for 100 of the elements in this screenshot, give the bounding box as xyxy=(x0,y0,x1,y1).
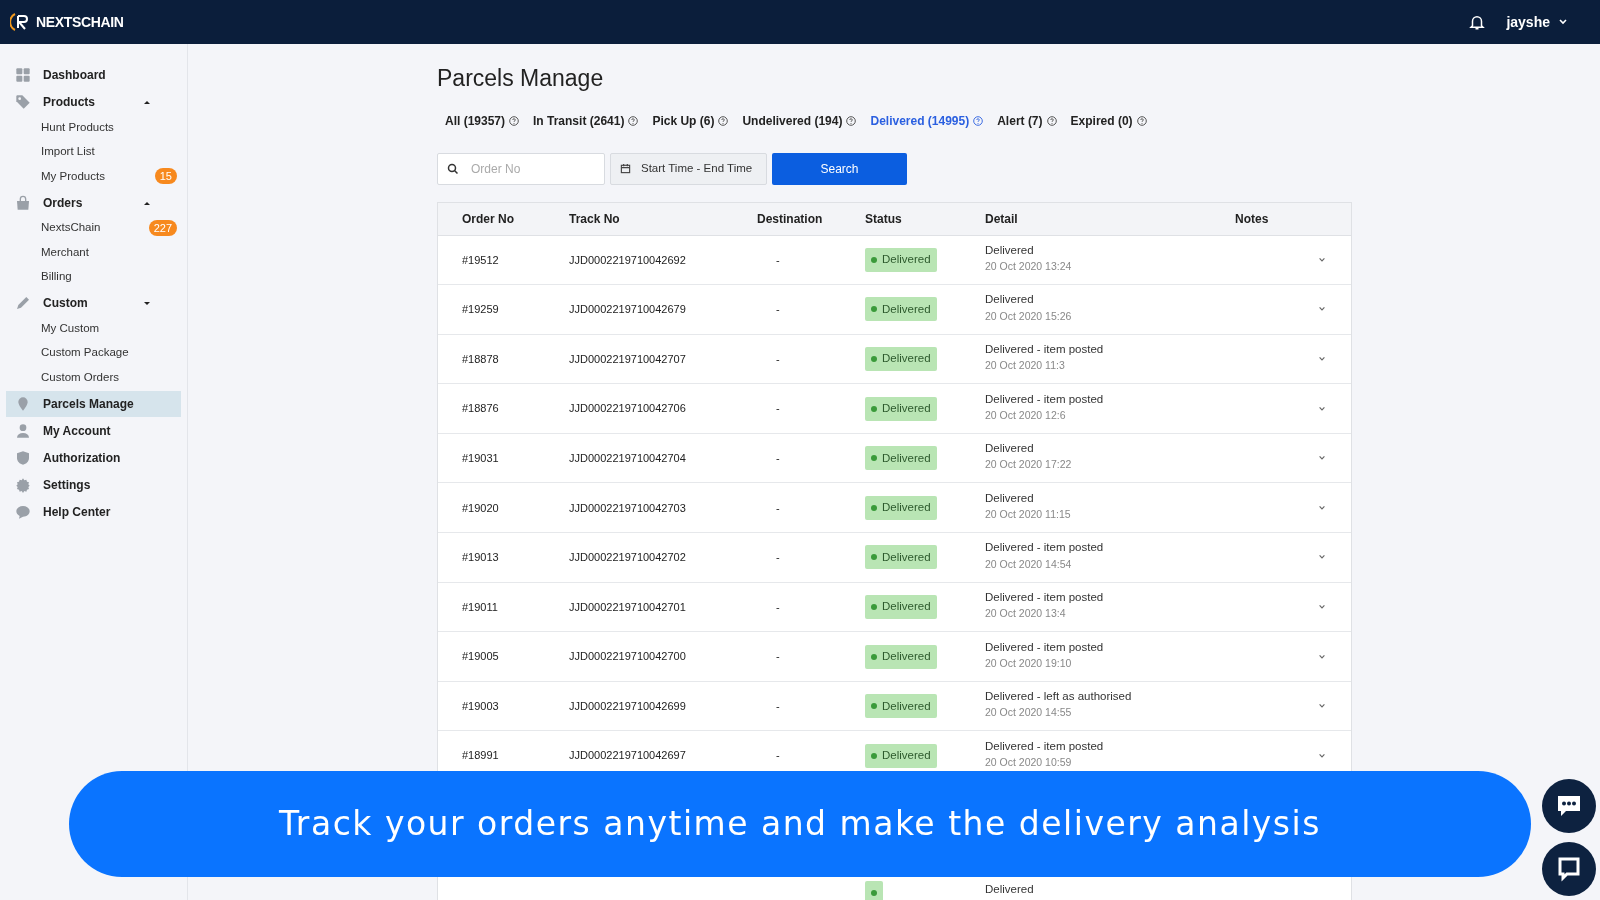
detail-text: Delivered xyxy=(985,490,1035,506)
expand-chevron-icon[interactable] xyxy=(1318,355,1326,363)
expand-chevron-icon[interactable] xyxy=(1318,751,1326,760)
expand-chevron-icon[interactable] xyxy=(1318,503,1326,512)
status-badge: Delivered xyxy=(865,347,937,371)
sidebar-item[interactable]: Custom xyxy=(6,290,181,316)
status-badge: Delivered xyxy=(865,446,937,471)
sidebar-subitem[interactable]: NextsChain xyxy=(41,219,149,237)
sidebar-item[interactable]: Authorization xyxy=(6,444,181,471)
status-tab[interactable]: Undelivered (194) xyxy=(742,111,857,130)
status-badge: Delivered xyxy=(865,743,937,768)
sidebar-subitem[interactable]: Custom Package xyxy=(41,344,177,362)
expand-chevron-icon[interactable] xyxy=(1318,255,1326,264)
sidebar-subitem[interactable]: Custom Orders xyxy=(41,368,177,386)
table-cell: JJD0002219710042707 xyxy=(569,352,686,365)
table-cell: JJD0002219710042699 xyxy=(569,699,686,712)
sidebar-subitem[interactable]: My Custom xyxy=(41,319,177,337)
help-icon xyxy=(628,115,639,126)
detail-text: Delivered xyxy=(985,441,1035,457)
status-tab[interactable]: Alert (7) xyxy=(997,111,1057,130)
message-button[interactable] xyxy=(1542,779,1596,833)
speech-bubble-icon xyxy=(1556,856,1582,882)
detail-text: Delivered - item posted xyxy=(985,639,1105,655)
detail-time: 20 Oct 2020 12:6 xyxy=(985,407,1067,423)
sidebar-item[interactable]: Dashboard xyxy=(6,62,181,88)
status-tab[interactable]: All (19357) xyxy=(445,111,520,130)
status-tab[interactable]: Expired (0) xyxy=(1070,111,1147,130)
sidebar-subitem[interactable]: Hunt Products xyxy=(41,118,177,136)
table-cell: - xyxy=(776,303,780,316)
status-badge: Delivered xyxy=(865,396,937,421)
table-cell: - xyxy=(776,749,780,762)
table-cell: JJD0002219710042702 xyxy=(569,551,686,564)
count-badge: 227 xyxy=(148,219,177,236)
bell-icon[interactable] xyxy=(1468,13,1487,31)
table-cell: #19013 xyxy=(462,551,499,564)
table-cell: #19020 xyxy=(462,501,499,514)
grid-icon xyxy=(15,67,31,83)
sidebar-subitem[interactable]: My Products xyxy=(41,167,155,185)
chat-button[interactable] xyxy=(1542,842,1596,896)
status-dot-icon xyxy=(871,256,877,263)
bag-icon xyxy=(15,194,31,211)
search-button[interactable]: Search xyxy=(772,152,907,185)
table-cell: JJD0002219710042679 xyxy=(569,303,686,316)
order-search-field[interactable]: Order No xyxy=(437,152,605,185)
status-tab[interactable]: Pick Up (6) xyxy=(652,111,729,130)
user-menu[interactable]: jayshe xyxy=(1506,11,1568,33)
table-cell: #19011 xyxy=(462,600,498,613)
status-badge: Delivered xyxy=(865,694,937,719)
sidebar-item[interactable]: Orders xyxy=(6,189,181,216)
expand-chevron-icon[interactable] xyxy=(1318,652,1326,661)
column-header: Order No xyxy=(461,210,515,228)
sidebar-item[interactable]: Parcels Manage xyxy=(6,390,181,417)
expand-chevron-icon[interactable] xyxy=(1318,602,1326,611)
detail-time: 20 Oct 2020 19:10 xyxy=(985,655,1073,671)
status-badge: Delivered xyxy=(865,594,937,619)
table-cell: - xyxy=(776,253,780,266)
expand-chevron-icon[interactable] xyxy=(1318,404,1326,413)
sidebar-item[interactable]: Products xyxy=(6,89,181,115)
help-icon xyxy=(718,115,729,126)
status-dot-icon xyxy=(871,653,877,660)
help-icon xyxy=(1046,115,1057,126)
table-cell: #18878 xyxy=(462,352,499,365)
chat-dots-icon xyxy=(1556,794,1582,818)
search-icon xyxy=(447,162,459,175)
status-badge: Delivered xyxy=(865,247,937,272)
status-dot-icon xyxy=(871,405,877,412)
sidebar-item[interactable]: My Account xyxy=(6,417,181,444)
detail-time: 20 Oct 2020 13:4 xyxy=(985,606,1067,622)
status-badge: Delivered xyxy=(865,545,937,570)
table-cell: JJD0002219710042701 xyxy=(569,600,686,613)
sidebar-item[interactable]: Settings xyxy=(6,471,181,498)
column-header: Notes xyxy=(1235,210,1270,228)
table-cell: JJD0002219710042700 xyxy=(569,650,686,663)
settings-icon xyxy=(15,476,31,493)
column-header: Status xyxy=(865,210,903,228)
table-cell: JJD0002219710042703 xyxy=(569,501,686,514)
column-header: Destination xyxy=(757,210,824,228)
status-tab[interactable]: Delivered (14995) xyxy=(870,111,984,130)
calendar-icon xyxy=(620,163,631,174)
detail-text: Delivered - item posted xyxy=(985,589,1105,605)
table-cell: #19031 xyxy=(462,451,499,464)
sidebar-subitem[interactable]: Billing xyxy=(41,268,177,286)
chat-bubble-icon xyxy=(15,503,31,520)
table-cell: JJD0002219710042706 xyxy=(569,402,686,415)
column-header: Detail xyxy=(985,210,1019,228)
sidebar-subitem[interactable]: Import List xyxy=(41,143,177,161)
status-dot-icon xyxy=(871,554,877,561)
table-cell: JJD0002219710042704 xyxy=(569,451,686,464)
date-range-picker[interactable]: Start Time - End Time xyxy=(610,152,767,185)
status-tab[interactable]: In Transit (2641) xyxy=(533,111,639,130)
status-dot-icon xyxy=(871,306,877,313)
table-cell: #19003 xyxy=(462,699,499,712)
sidebar-item[interactable]: Help Center xyxy=(6,498,181,525)
detail-time: 20 Oct 2020 14:54 xyxy=(985,556,1073,572)
location-pin-icon xyxy=(15,395,31,412)
detail-text: Delivered - item posted xyxy=(985,342,1105,357)
table-cell: - xyxy=(776,600,780,613)
help-icon xyxy=(509,115,520,126)
detail-text: Delivered xyxy=(985,242,1035,258)
sidebar-subitem[interactable]: Merchant xyxy=(41,243,177,261)
